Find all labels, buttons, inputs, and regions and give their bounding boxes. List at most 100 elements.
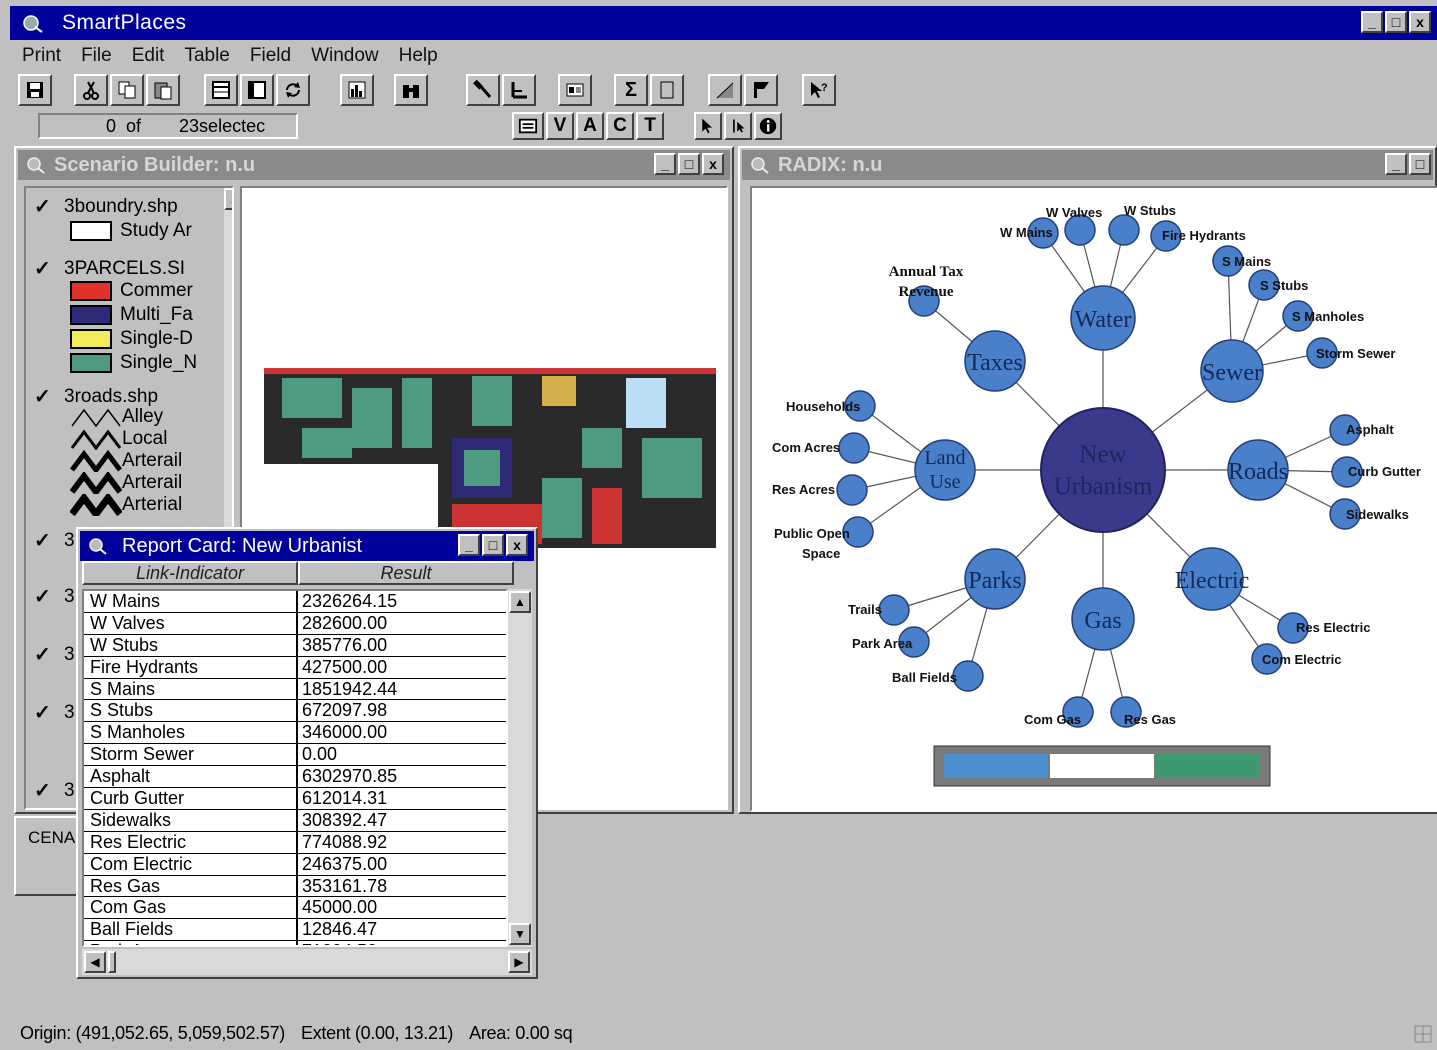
refresh-button[interactable] (276, 74, 310, 106)
table-row[interactable]: Res Electric 774088.92 (84, 831, 506, 854)
layer-row[interactable]: ✓ 3PARCELS.SI (34, 256, 185, 281)
scroll-up-arrow-icon[interactable]: ▲ (509, 591, 531, 613)
graph-button[interactable] (708, 74, 742, 106)
table-row[interactable]: Res Gas 353161.78 (84, 875, 506, 898)
paste-button[interactable] (146, 74, 180, 106)
road-line-symbol (71, 408, 121, 428)
layer-row[interactable]: ✓ 3 (34, 584, 75, 609)
scenario-maximize-button[interactable]: □ (678, 153, 700, 175)
chart-button[interactable] (340, 74, 374, 106)
blank-button[interactable] (650, 74, 684, 106)
menu-file[interactable]: File (71, 45, 122, 67)
table-row[interactable]: Ball Fields 12846.47 (84, 919, 506, 942)
flag-button[interactable] (744, 74, 778, 106)
layout-view-button[interactable] (512, 112, 544, 140)
save-button[interactable] (18, 74, 52, 106)
result-cell: 45000.00 (302, 897, 378, 918)
hammer-button[interactable] (466, 74, 500, 106)
menu-help[interactable]: Help (389, 45, 448, 67)
table-row[interactable]: Storm Sewer 0.00 (84, 744, 506, 767)
column-header[interactable]: Result (298, 561, 514, 585)
layer-checkbox[interactable]: ✓ (34, 584, 64, 609)
app-close-button[interactable]: x (1409, 11, 1431, 33)
table-row[interactable]: Park Area71094.50 (84, 941, 506, 945)
view-t-button[interactable]: T (636, 112, 664, 140)
menu-print[interactable]: Print (10, 45, 71, 67)
table-row[interactable]: W Valves 282600.00 (84, 612, 506, 635)
report-vertical-scrollbar[interactable]: ▲ ▼ (508, 589, 532, 947)
scroll-down-arrow-icon[interactable]: ▼ (509, 923, 531, 945)
layer-row[interactable]: ✓ 3boundry.shp (34, 194, 178, 219)
table-row[interactable]: Curb Gutter 612014.31 (84, 788, 506, 810)
cut-button[interactable] (74, 74, 108, 106)
table-row[interactable]: Com Electric 246375.00 (84, 853, 506, 876)
window-globe-icon (27, 157, 45, 174)
report-minimize-button[interactable]: _ (458, 534, 480, 556)
center-label: Urbanism (1054, 473, 1153, 500)
layer-checkbox[interactable]: ✓ (34, 528, 64, 553)
view-c-button[interactable]: C (606, 112, 634, 140)
menu-table[interactable]: Table (174, 45, 239, 67)
table-button[interactable] (204, 74, 238, 106)
app-maximize-button[interactable]: □ (1385, 11, 1407, 33)
indicator-cell: S Mains (84, 678, 298, 700)
layer-checkbox[interactable]: ✓ (34, 778, 64, 803)
radix-canvas[interactable]: New Urbanism Water Taxes Sewer Land Use … (750, 186, 1437, 812)
table-row[interactable]: W Mains 2326264.15 (84, 591, 506, 613)
report-close-button[interactable]: x (506, 534, 528, 556)
menu-field[interactable]: Field (240, 45, 301, 67)
table-row[interactable]: Sidewalks 308392.47 (84, 809, 506, 832)
copy-button[interactable] (110, 74, 144, 106)
report-horizontal-scrollbar[interactable]: ◀ ▶ (82, 949, 532, 975)
table-row[interactable]: S Manholes 346000.00 (84, 722, 506, 745)
column-header[interactable]: Link-Indicator (82, 561, 298, 585)
scroll-thumb[interactable] (108, 951, 116, 973)
leaf-label: Park Area (852, 636, 913, 651)
menu-window[interactable]: Window (301, 45, 389, 67)
layer-row[interactable]: ✓ 3 (34, 528, 75, 553)
menu-edit[interactable]: Edit (122, 45, 175, 67)
layer-row[interactable]: ✓ 3 (34, 778, 75, 803)
layer-checkbox[interactable]: ✓ (34, 642, 64, 667)
theme-button[interactable] (558, 74, 592, 106)
layer-row[interactable]: ✓ 3 (34, 642, 75, 667)
sum-button[interactable]: Σ (614, 74, 648, 106)
radix-window: RADIX: n.u _ □ New Urbanism Water Taxes … (738, 146, 1437, 814)
layer-checkbox[interactable]: ✓ (34, 700, 64, 725)
select-text-tool-button[interactable] (724, 112, 752, 140)
table-row[interactable]: Fire Hydrants 427500.00 (84, 656, 506, 679)
leaf-label: S Stubs (1260, 278, 1308, 293)
table-row[interactable]: Asphalt 6302970.85 (84, 766, 506, 789)
layer-checkbox[interactable]: ✓ (34, 194, 64, 219)
scroll-right-arrow-icon[interactable]: ▶ (508, 951, 530, 973)
view-v-button[interactable]: V (546, 112, 574, 140)
table-row[interactable]: W Stubs 385776.00 (84, 634, 506, 657)
table-row[interactable]: S Mains 1851942.44 (84, 678, 506, 701)
copy-icon (118, 81, 136, 99)
find-button[interactable] (394, 74, 428, 106)
radix-maximize-button[interactable]: □ (1409, 153, 1431, 175)
open-table-button[interactable] (240, 74, 274, 106)
report-maximize-button[interactable]: □ (482, 534, 504, 556)
resize-grip-icon[interactable] (1413, 1024, 1433, 1044)
result-cell: 6302970.85 (302, 766, 398, 787)
table-row[interactable]: Com Gas 45000.00 (84, 897, 506, 920)
scenario-minimize-button[interactable]: _ (654, 153, 676, 175)
app-title: SmartPlaces (62, 11, 187, 34)
radix-minimize-button[interactable]: _ (1385, 153, 1407, 175)
scroll-up-arrow-icon[interactable]: ▲ (224, 188, 232, 210)
identify-tool-button[interactable] (754, 112, 782, 140)
scenario-close-button[interactable]: x (702, 153, 724, 175)
help-cursor-button[interactable]: ? (802, 74, 836, 106)
scroll-left-arrow-icon[interactable]: ◀ (84, 951, 106, 973)
app-minimize-button[interactable]: _ (1361, 11, 1383, 33)
result-cell: 1851942.44 (302, 678, 398, 699)
axis-button[interactable] (502, 74, 536, 106)
pointer-tool-button[interactable] (694, 112, 722, 140)
layer-checkbox[interactable]: ✓ (34, 256, 64, 281)
center-node[interactable] (1040, 407, 1166, 533)
view-a-button[interactable]: A (576, 112, 604, 140)
layer-row[interactable]: ✓ 3 (34, 700, 75, 725)
layer-checkbox[interactable]: ✓ (34, 384, 64, 409)
table-row[interactable]: S Stubs 672097.98 (84, 700, 506, 723)
